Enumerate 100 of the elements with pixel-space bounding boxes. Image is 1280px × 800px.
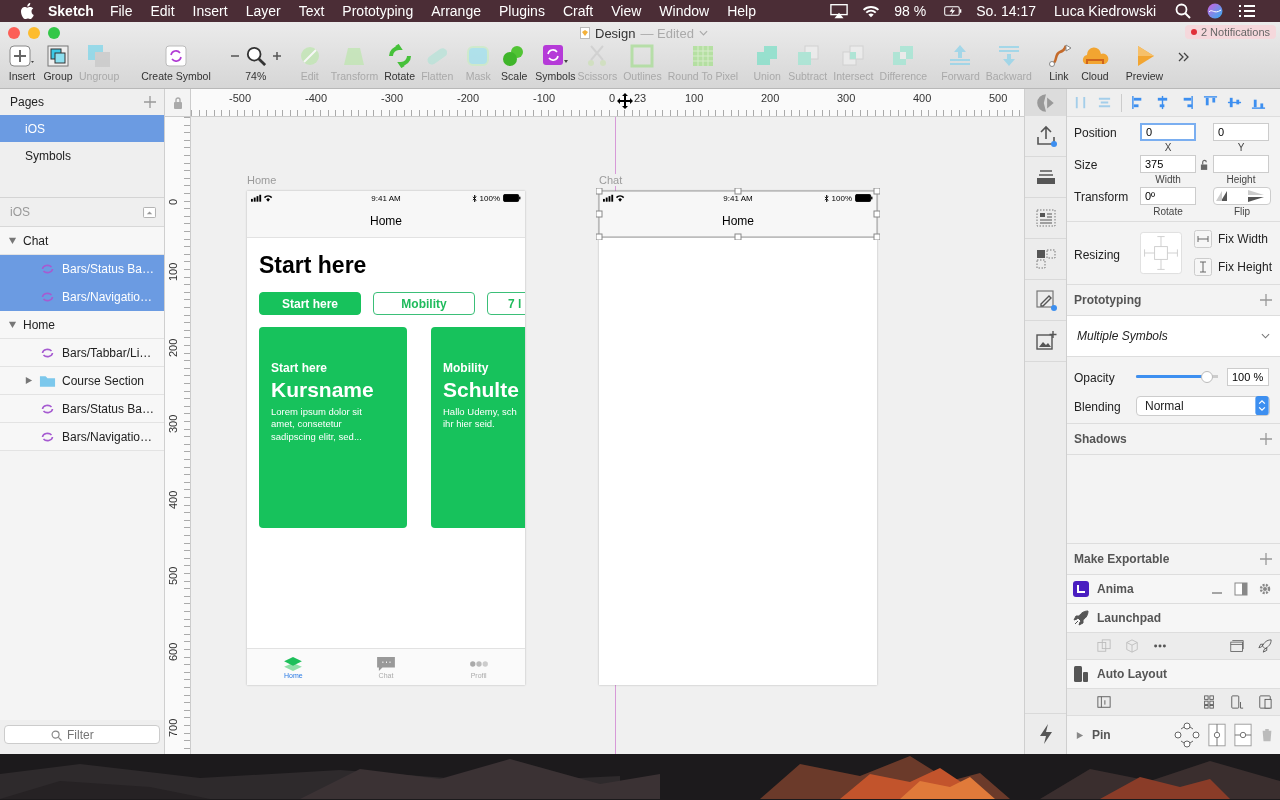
search-icon [51,730,62,741]
menu-item[interactable]: View [611,3,642,19]
height-field[interactable] [1213,155,1269,173]
add-icon[interactable] [1260,294,1272,306]
siri-icon[interactable] [1206,3,1224,19]
row-title: Bars/Tabbar/Li… [62,345,152,360]
x-field[interactable]: 0 [1140,123,1196,141]
devices-icon [1073,666,1089,682]
info-box-icon[interactable] [1097,695,1111,709]
collapse-icon[interactable] [143,206,156,218]
close-button[interactable] [8,27,20,39]
toolbar-button[interactable]: Scale [498,44,531,82]
ruler-label: 500 [989,92,1008,104]
ruler-label: 300 [837,92,856,104]
menu-item[interactable]: Window [659,3,710,19]
blending-select[interactable]: Normal [1136,395,1270,416]
page-item[interactable]: Symbols [0,142,164,169]
zoom-in-icon[interactable] [271,51,282,61]
ruler-label: 200 [167,338,179,357]
ruler-label: -300 [381,92,404,104]
menu-item[interactable]: Plugins [499,3,545,19]
browser-window-icon[interactable] [1230,639,1244,653]
pencil-frame-icon[interactable] [1034,289,1057,311]
airplay-icon[interactable] [830,3,849,19]
menu-item[interactable]: Help [727,3,756,19]
row-title: Chat [23,233,49,248]
user-name[interactable]: Luca Kiedrowski [1054,3,1156,19]
settings-icon[interactable] [1258,582,1272,596]
toolbar-button[interactable]: Create Symbol [140,44,212,82]
menu-item[interactable]: File [109,3,133,19]
apple-icon[interactable] [20,3,34,19]
filter-field[interactable]: Filter [4,725,160,744]
toolbar-button[interactable]: Insert [6,44,38,82]
menu-item[interactable]: Edit [150,3,175,19]
menu-item[interactable]: Craft [562,3,594,19]
unlocked-icon[interactable] [1200,159,1209,170]
phone-frame-icon[interactable] [1230,695,1244,709]
symbols-dropdown[interactable]: Multiple Symbols [1067,316,1280,357]
add-icon[interactable] [144,96,156,108]
chevron-down-icon[interactable] [698,30,708,36]
list-icon[interactable] [1238,3,1256,19]
toolbar-button[interactable]: Rotate [383,44,417,82]
disclosure-triangle-icon[interactable] [8,320,17,329]
menu-item[interactable]: Layer [245,3,281,19]
selection-handles[interactable] [596,188,880,240]
ruler-label: 400 [167,490,179,509]
tablet-frame-icon[interactable] [1258,695,1272,709]
menu-item[interactable]: Prototyping [342,3,414,19]
pin-circles-icon[interactable] [1174,722,1200,748]
pin-vertical-icon[interactable] [1208,723,1226,747]
add-icon[interactable] [1260,553,1272,565]
opacity-field[interactable]: 100 % [1227,367,1269,386]
zoom-button[interactable] [48,27,60,39]
ruler-label: 0 [167,198,179,205]
document-lines-icon[interactable] [1034,207,1057,229]
battery-percentage: 98 % [894,3,927,19]
bluetooth-icon [471,193,477,203]
toolbar-button[interactable]: Symbols [534,44,577,82]
y-field[interactable]: 0 [1213,123,1269,141]
width-field[interactable]: 375 [1140,155,1196,173]
toolbar-button[interactable]: Link [1042,44,1075,82]
rotate-field[interactable]: 0º [1140,187,1196,205]
upload-icon[interactable] [1034,125,1057,147]
search-icon[interactable] [1174,3,1192,19]
panel-icon[interactable] [1234,582,1248,596]
fix-height-icon[interactable] [1193,258,1212,276]
menu-item[interactable]: Text [298,3,325,19]
app-menu[interactable]: Sketch [48,3,94,19]
wifi-icon[interactable] [862,3,881,19]
toolbar-button[interactable]: Preview [1124,44,1165,82]
plugin-name: Auto Layout [1097,667,1167,681]
notifications-badge[interactable]: 2 Notifications [1184,25,1276,39]
rocket-icon[interactable] [1258,639,1272,653]
squares-icon[interactable] [1034,248,1057,270]
grid-icon[interactable] [1202,695,1216,709]
menu-item[interactable]: Arrange [431,3,481,19]
section-heading: Make Exportable [1074,552,1170,566]
plus-box-icon [7,44,37,68]
battery-charging-icon[interactable] [944,3,963,19]
disclosure-triangle-icon[interactable] [24,376,33,385]
menu-clock[interactable]: So. 14:17 [976,3,1037,19]
disclosure-triangle-icon[interactable] [8,236,17,245]
disclosure-triangle-icon[interactable] [1075,730,1084,740]
magnifier-icon[interactable] [245,46,266,66]
field-label: Resizing [1074,246,1122,262]
pin-horizontal-icon[interactable] [1234,723,1252,747]
ruler-label: -500 [229,92,252,104]
lock-icon[interactable] [172,96,183,109]
align-icon[interactable] [1155,95,1170,110]
field-caption: Width [1155,174,1181,185]
align-icon[interactable] [1227,95,1242,110]
fix-width-icon[interactable] [1193,230,1212,248]
add-icon[interactable] [1260,433,1272,445]
add-image-icon[interactable] [1034,330,1057,352]
more-chevrons-icon[interactable] [1178,52,1191,62]
toolbar-button[interactable]: Cloud [1078,44,1111,82]
folder-icon [39,373,56,388]
toolbar-button[interactable]: Group [42,44,74,82]
category-chip: 7 l [487,292,525,315]
menu-item[interactable]: Insert [192,3,228,19]
